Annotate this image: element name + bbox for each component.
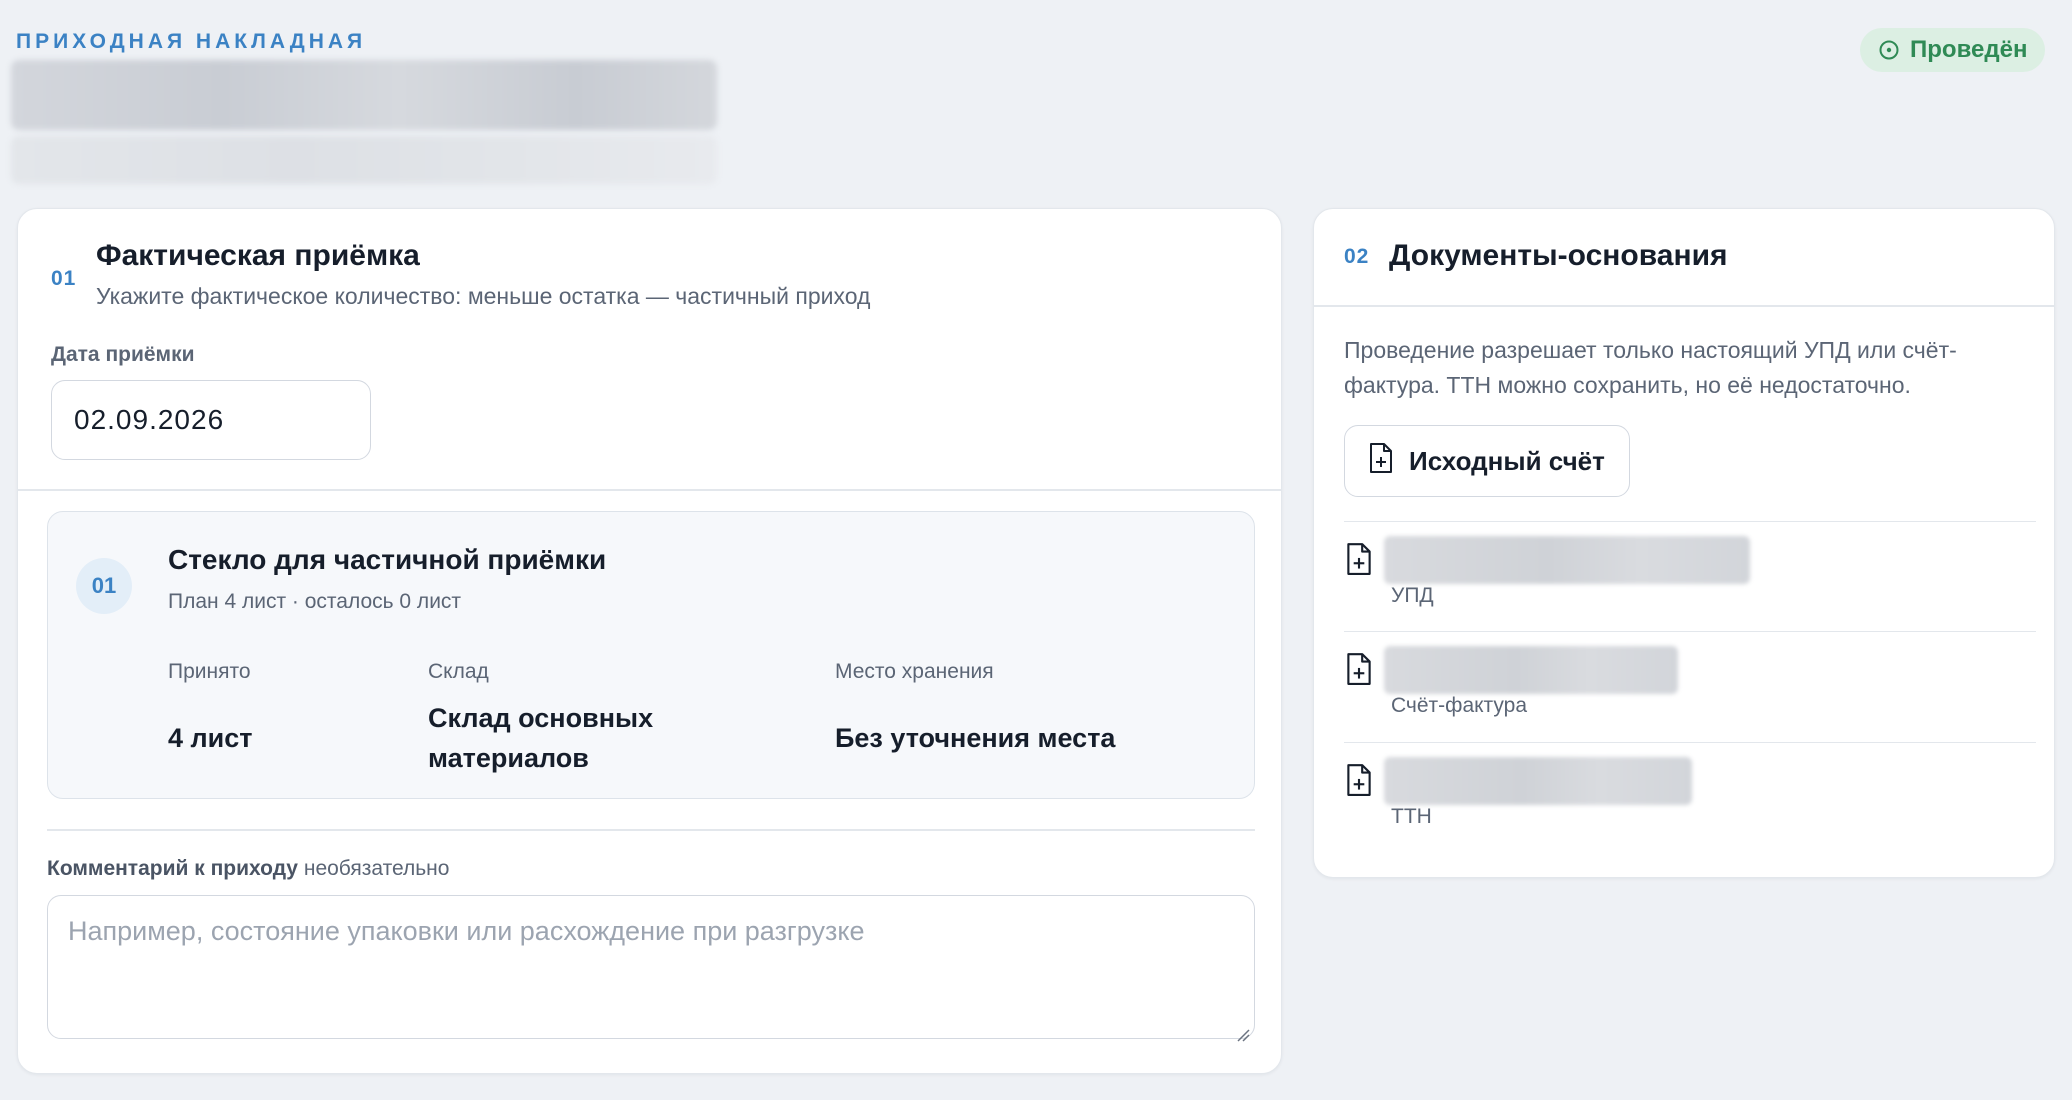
document-type-label: Счёт-фактура	[1391, 694, 1528, 717]
page-header: ПРИХОДНАЯ НАКЛАДНАЯ Проведён	[0, 0, 2072, 200]
comment-label: Комментарий к приходу необязательно	[47, 857, 449, 881]
document-type-label: УПД	[1391, 584, 1434, 607]
file-plus-icon	[1344, 542, 1374, 576]
document-subtitle-redacted	[11, 136, 717, 184]
actual-receipt-card: 01 Фактическая приёмка Укажите фактическ…	[17, 208, 1282, 1074]
status-badge: Проведён	[1860, 28, 2046, 72]
comment-optional-hint: необязательно	[303, 857, 450, 880]
section-description: Укажите фактическое количество: меньше о…	[96, 283, 871, 309]
comment-label-text: Комментарий к приходу	[47, 857, 298, 880]
divider	[18, 489, 1281, 491]
source-invoice-button[interactable]: Исходный счёт	[1344, 425, 1630, 497]
item-title: Стекло для частичной приёмки	[168, 544, 607, 575]
document-row-invoice[interactable]: Счёт-фактура	[1344, 631, 2036, 741]
receipt-date-label: Дата приёмки	[51, 343, 195, 366]
section-number: 01	[51, 267, 77, 290]
documents-description: Проведение разрешает только настоящий УП…	[1344, 337, 1957, 398]
comment-textarea[interactable]: Например, состояние упаковки или расхожд…	[47, 895, 1255, 1042]
item-plan: План 4 лист · осталось 0 лист	[168, 590, 462, 613]
document-name-redacted	[1384, 757, 1692, 805]
file-plus-icon	[1367, 442, 1395, 481]
document-row-ttn[interactable]: ТТН	[1344, 742, 2036, 852]
status-label: Проведён	[1910, 36, 2028, 63]
receipt-item-panel: 01 Стекло для частичной приёмки План 4 л…	[47, 511, 1255, 799]
document-row-upd[interactable]: УПД	[1344, 521, 2036, 631]
document-type-label: ТТН	[1391, 805, 1432, 828]
section-title: Фактическая приёмка	[96, 239, 420, 272]
resize-grip-icon[interactable]	[1234, 1018, 1250, 1042]
divider	[47, 829, 1255, 831]
item-number-badge: 01	[76, 558, 132, 614]
document-name-redacted	[1384, 536, 1750, 584]
document-title-redacted	[11, 60, 717, 130]
storage-location-value: Без уточнения места	[835, 723, 1116, 753]
warehouse-value: Склад основных материалов	[428, 703, 654, 773]
accepted-label: Принято	[168, 660, 251, 683]
divider	[1314, 305, 2054, 307]
comment-placeholder: Например, состояние упаковки или расхожд…	[68, 916, 865, 946]
source-invoice-label: Исходный счёт	[1409, 445, 1605, 476]
file-plus-icon	[1344, 763, 1374, 797]
warehouse-label: Склад	[428, 660, 489, 683]
document-type-kicker: ПРИХОДНАЯ НАКЛАДНАЯ	[16, 30, 367, 53]
section-number: 02	[1344, 245, 1370, 268]
circle-dot-icon	[1878, 39, 1900, 61]
document-name-redacted	[1384, 646, 1678, 694]
storage-location-label: Место хранения	[835, 660, 994, 683]
receipt-date-input[interactable]: 02.09.2026	[51, 380, 371, 460]
source-documents-card: 02 Документы-основания Проведение разреш…	[1313, 208, 2055, 878]
section-title: Документы-основания	[1389, 239, 1728, 272]
file-plus-icon	[1344, 652, 1374, 686]
accepted-value: 4 лист	[168, 723, 253, 753]
